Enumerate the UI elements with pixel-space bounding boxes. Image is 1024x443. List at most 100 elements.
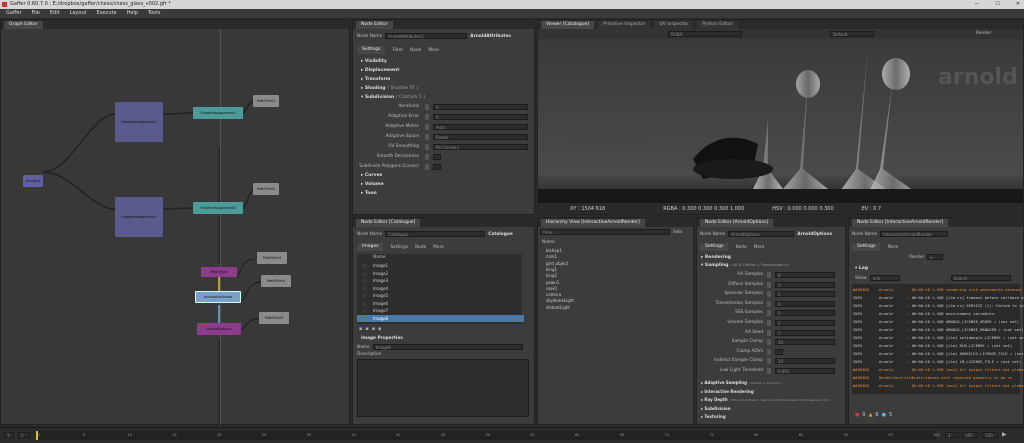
option-param-field[interactable]: 2 — [775, 291, 835, 298]
tab-cat-settings[interactable]: Settings — [390, 245, 408, 250]
option-param-field[interactable]: 2 — [775, 310, 835, 317]
node-pathfilter-4[interactable]: PathFilter4 — [261, 275, 291, 287]
section-transform[interactable]: ▸ Transform — [361, 77, 391, 82]
display-transform-select[interactable]: Default — [830, 31, 874, 37]
image-list-item[interactable]: ○ Image2 — [357, 270, 524, 277]
node-assign-2[interactable]: ShaderAssignment2 — [193, 202, 243, 214]
image-list-item[interactable]: ○ Image5 — [357, 292, 524, 299]
options-section[interactable]: ▸ Ray Depth( Total 10, Diffuse 1, Specul… — [701, 397, 830, 402]
hierarchy-item[interactable]: king1 — [546, 267, 557, 272]
node-pathfilter-3[interactable]: PathFilter3 — [257, 252, 287, 264]
close-button[interactable]: ✕ — [1016, 0, 1020, 9]
image-list-item[interactable]: ○ Image7 — [357, 307, 524, 314]
attr-param-toggle[interactable] — [425, 134, 429, 140]
option-param-toggle[interactable] — [767, 339, 771, 346]
section-displacement[interactable]: ▸ Displacement — [361, 68, 399, 73]
attr-param-toggle[interactable] — [425, 114, 429, 120]
image-list-item[interactable]: ○ Image8 — [357, 314, 524, 322]
duplicate-icon[interactable]: ▪ — [372, 326, 375, 332]
section-volume[interactable]: ▸ Volume — [361, 182, 384, 187]
tab-opt-node[interactable]: Node — [735, 245, 746, 250]
render-state-select[interactable]: ▾ — [927, 254, 944, 260]
option-param-field[interactable]: 6 — [775, 272, 835, 278]
log-level-select[interactable]: Info — [869, 275, 900, 281]
option-param-field[interactable]: 1 — [775, 329, 835, 336]
option-param-field[interactable]: 2 — [775, 320, 835, 326]
tab-options-editor[interactable]: Node Editor [ArnoldOptions] — [700, 218, 774, 227]
options-section[interactable]: ▸ Texturing — [701, 414, 728, 419]
menu-tools[interactable]: Tools — [148, 9, 160, 18]
option-param-toggle[interactable] — [767, 310, 771, 317]
hierarchy-item[interactable]: cam1 — [546, 254, 557, 259]
hierarchy-item[interactable]: camera — [546, 292, 561, 297]
image-list-item[interactable]: ○ Image1 — [357, 262, 524, 269]
tab-settings[interactable]: Settings — [357, 46, 386, 54]
option-param-toggle[interactable] — [767, 368, 771, 374]
image-list-item[interactable]: ○ Image4 — [357, 285, 524, 292]
tab-node-editor[interactable]: Node Editor — [356, 20, 393, 29]
section-sampling[interactable]: ▾ Sampling ( AA 6, Diffuse 3, Transmissi… — [701, 263, 789, 268]
delete-icon[interactable]: ▪ — [378, 326, 381, 332]
section-rendering[interactable]: ▸ Rendering — [701, 255, 731, 260]
image-list-item[interactable]: ○ Image3 — [357, 277, 524, 284]
timeline-start-field[interactable]: 1 — [4, 432, 14, 438]
maximize-button[interactable]: ☐ — [995, 0, 999, 9]
render-name-field[interactable]: InteractiveArnoldRender — [880, 231, 949, 237]
timeline-current-field[interactable]: 1 — [945, 432, 959, 438]
option-param-toggle[interactable] — [767, 281, 771, 288]
attr-param-field[interactable]: 0 — [433, 104, 528, 110]
menu-edit[interactable]: Edit — [50, 9, 60, 18]
attr-param-toggle[interactable] — [425, 104, 429, 110]
attr-param-field[interactable]: 0 — [433, 114, 528, 120]
option-param-toggle[interactable] — [767, 300, 771, 307]
tab-render-editor[interactable]: Node Editor [InteractiveArnoldRender] — [852, 218, 949, 227]
node-arnold-options[interactable]: ArnoldOptions — [197, 323, 241, 335]
hierarchy-filter-input[interactable]: Filter... — [540, 229, 670, 235]
tab-images[interactable]: Images — [357, 243, 384, 251]
section-visibility[interactable]: ▸ Visibility — [361, 59, 387, 64]
option-param-field[interactable]: 3 — [775, 281, 835, 288]
menu-execute[interactable]: Execute — [97, 9, 117, 18]
tab-opt-more[interactable]: More — [754, 245, 765, 250]
node-assign-1[interactable]: ShaderAssignment4 — [193, 107, 243, 119]
option-param-toggle[interactable] — [767, 358, 771, 365]
section-subdivision[interactable]: ▾ Subdivision ( Catclark 1 ) — [361, 95, 425, 100]
menu-help[interactable]: Help — [127, 9, 138, 18]
option-param-field[interactable]: 0.001 — [775, 368, 835, 374]
section-shading[interactable]: ▸ Shading ( Shadow RT ) — [361, 86, 418, 91]
tab-python-editor[interactable]: Python Editor — [697, 20, 738, 29]
minimize-button[interactable]: — — [974, 0, 979, 9]
sets-button[interactable]: Sets — [673, 230, 682, 235]
catalogue-name-field[interactable]: Catalogue — [385, 231, 486, 237]
menu-file[interactable]: File — [32, 9, 40, 18]
option-param-toggle[interactable] — [767, 272, 771, 278]
render-image[interactable]: arnold arnold — [538, 39, 1023, 207]
image-list-item[interactable]: ○ Image6 — [357, 300, 524, 307]
tab-render-more[interactable]: More — [887, 245, 898, 250]
node-shader-2[interactable]: ShaderAssignment1 — [115, 197, 163, 237]
node-pathfilter-1[interactable]: PathFilter1 — [253, 95, 279, 107]
options-name-field[interactable]: ArnoldOptions — [728, 231, 795, 237]
description-field[interactable] — [357, 359, 529, 417]
option-param-field[interactable]: 6 — [775, 300, 835, 307]
option-param-toggle[interactable] — [767, 320, 771, 326]
tab-cat-node[interactable]: Node — [415, 245, 426, 250]
section-toon[interactable]: ▸ Toon — [361, 191, 377, 196]
option-param-toggle[interactable] — [767, 291, 771, 298]
node-arnold-attributes[interactable]: ArnoldAttributes — [195, 291, 241, 303]
hierarchy-item[interactable]: king2 — [546, 273, 557, 278]
attr-param-toggle[interactable] — [425, 144, 429, 150]
node-shader-1[interactable]: ShaderAssignment3 — [115, 102, 163, 142]
section-log[interactable]: ▾ Log — [855, 266, 868, 271]
node-group[interactable]: Group16 — [23, 175, 43, 187]
tab-catalogue-editor[interactable]: Node Editor [Catalogue] — [356, 218, 421, 227]
folder-icon[interactable]: ▪ — [359, 326, 362, 332]
section-curves[interactable]: ▸ Curves — [361, 173, 382, 178]
tab-primitive-inspector[interactable]: Primitive Inspector — [598, 20, 651, 29]
save-icon[interactable]: ▪ — [365, 326, 368, 332]
hierarchy-item[interactable]: grid_object — [546, 261, 568, 266]
options-section[interactable]: ▸ Interactive Rendering — [701, 389, 756, 394]
attr-param-field[interactable] — [433, 154, 441, 160]
option-param-toggle[interactable] — [767, 329, 771, 336]
option-param-toggle[interactable] — [767, 348, 771, 355]
